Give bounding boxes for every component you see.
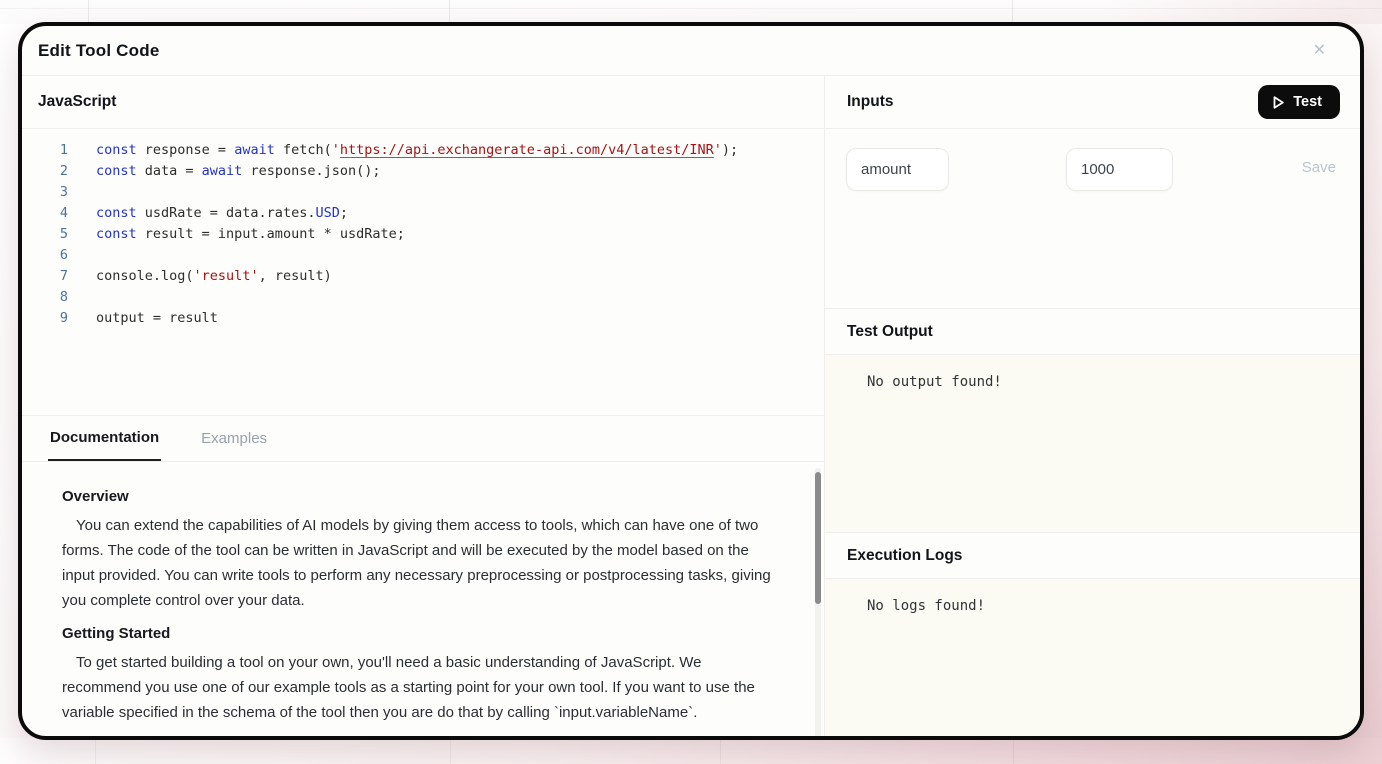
input-name-field[interactable] bbox=[846, 148, 949, 191]
modal-header: Edit Tool Code ✕ bbox=[22, 26, 1360, 76]
tab-examples[interactable]: Examples bbox=[199, 416, 269, 461]
line-number: 6 bbox=[22, 245, 68, 266]
edit-tool-code-modal: Edit Tool Code ✕ JavaScript 1const respo… bbox=[18, 22, 1364, 740]
inputs-body: Save bbox=[825, 129, 1360, 308]
background-page-top bbox=[0, 0, 1382, 24]
line-number: 4 bbox=[22, 203, 68, 224]
test-output-body: No output found! bbox=[825, 355, 1360, 532]
inputs-header: Inputs Test bbox=[825, 76, 1360, 129]
background-table-line bbox=[88, 0, 89, 24]
input-value-field[interactable] bbox=[1066, 148, 1173, 191]
code-text bbox=[68, 287, 96, 308]
scrollbar-thumb[interactable] bbox=[815, 472, 821, 604]
code-text: output = result bbox=[68, 308, 218, 329]
code-text bbox=[68, 182, 96, 203]
modal-title: Edit Tool Code bbox=[38, 41, 159, 61]
background-table-line bbox=[449, 0, 450, 24]
line-number: 1 bbox=[22, 140, 68, 161]
code-line[interactable]: 2const data = await response.json(); bbox=[22, 161, 824, 182]
test-button[interactable]: Test bbox=[1258, 85, 1340, 119]
background-page-bottom bbox=[0, 738, 1382, 764]
background-table-line bbox=[1012, 0, 1013, 24]
save-button[interactable]: Save bbox=[1302, 159, 1336, 176]
code-line[interactable]: 3 bbox=[22, 182, 824, 203]
test-output-empty-message: No output found! bbox=[867, 374, 1002, 390]
tab-documentation[interactable]: Documentation bbox=[48, 416, 161, 461]
documentation-content: Overview You can extend the capabilities … bbox=[22, 462, 824, 736]
execution-logs-title: Execution Logs bbox=[847, 547, 962, 565]
close-icon[interactable]: ✕ bbox=[1313, 43, 1326, 59]
doc-section-heading: Points to note: bbox=[62, 735, 776, 736]
test-output-title: Test Output bbox=[847, 323, 933, 341]
test-output-header: Test Output bbox=[825, 308, 1360, 355]
play-icon bbox=[1273, 96, 1284, 109]
line-number: 2 bbox=[22, 161, 68, 182]
code-line[interactable]: 6 bbox=[22, 245, 824, 266]
line-number: 8 bbox=[22, 287, 68, 308]
doc-section-heading: Overview bbox=[62, 486, 776, 507]
code-line[interactable]: 1const response = await fetch('https://a… bbox=[22, 140, 824, 161]
code-line[interactable]: 4const usdRate = data.rates.USD; bbox=[22, 203, 824, 224]
code-editor[interactable]: 1const response = await fetch('https://a… bbox=[22, 129, 824, 415]
execution-logs-body: No logs found! bbox=[825, 579, 1360, 736]
code-text: console.log('result', result) bbox=[68, 266, 332, 287]
code-panel: JavaScript 1const response = await fetch… bbox=[22, 76, 825, 736]
background-table-line bbox=[95, 738, 96, 764]
test-button-label: Test bbox=[1293, 94, 1322, 110]
execution-logs-empty-message: No logs found! bbox=[867, 598, 985, 614]
code-text bbox=[68, 245, 96, 266]
inputs-panel: Inputs Test Save Test Output No output f… bbox=[825, 76, 1360, 736]
code-text: const result = input.amount * usdRate; bbox=[68, 224, 405, 245]
line-number: 7 bbox=[22, 266, 68, 287]
background-table-line bbox=[450, 738, 451, 764]
code-text: const response = await fetch('https://ap… bbox=[68, 140, 738, 161]
code-text: const data = await response.json(); bbox=[68, 161, 380, 182]
background-table-line bbox=[0, 8, 1382, 9]
code-line[interactable]: 8 bbox=[22, 287, 824, 308]
inputs-title: Inputs bbox=[847, 93, 894, 111]
line-number: 9 bbox=[22, 308, 68, 329]
code-line[interactable]: 9output = result bbox=[22, 308, 824, 329]
execution-logs-header: Execution Logs bbox=[825, 532, 1360, 579]
code-line[interactable]: 7console.log('result', result) bbox=[22, 266, 824, 287]
background-table-line bbox=[720, 738, 721, 764]
code-text: const usdRate = data.rates.USD; bbox=[68, 203, 348, 224]
line-number: 5 bbox=[22, 224, 68, 245]
editor-header: JavaScript bbox=[22, 76, 824, 129]
doc-paragraph: You can extend the capabilities of AI mo… bbox=[62, 513, 776, 613]
modal-body: JavaScript 1const response = await fetch… bbox=[22, 76, 1360, 736]
doc-paragraph: To get started building a tool on your o… bbox=[62, 650, 776, 725]
docs-tabs: Documentation Examples bbox=[22, 415, 824, 462]
code-line[interactable]: 5const result = input.amount * usdRate; bbox=[22, 224, 824, 245]
doc-section-heading: Getting Started bbox=[62, 623, 776, 644]
language-label: JavaScript bbox=[38, 93, 116, 111]
line-number: 3 bbox=[22, 182, 68, 203]
background-table-line bbox=[1013, 738, 1014, 764]
